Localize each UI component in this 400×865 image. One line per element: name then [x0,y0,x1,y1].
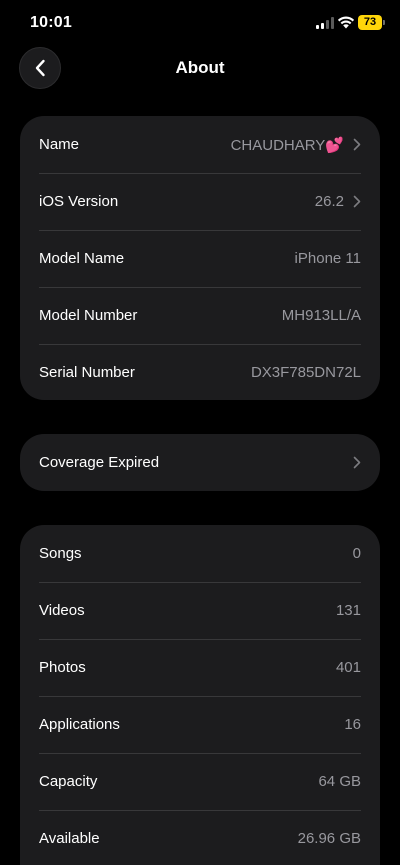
wifi-icon [337,16,355,29]
status-time: 10:01 [30,14,72,31]
row-value: 16 [344,716,361,733]
row-label: Applications [39,716,120,733]
row-value: 26.2 [314,193,344,210]
model-number-row[interactable]: Model Number MH913LL/A [20,287,380,344]
row-value: 26.96 GB [297,830,361,847]
capacity-row: Capacity 64 GB [20,753,380,810]
songs-row: Songs 0 [20,525,380,582]
row-label: Coverage Expired [39,454,160,471]
battery-indicator: 73 [358,15,382,30]
row-label: Model Name [39,250,125,267]
row-value: CHAUDHARY💕 [230,136,344,154]
chevron-right-icon [353,456,361,469]
row-label: Videos [39,602,85,619]
row-label: Songs [39,545,82,562]
cellular-signal-icon [316,17,334,29]
row-label: Available [39,830,100,847]
row-value: MH913LL/A [281,307,361,324]
device-stats-card: Songs 0 Videos 131 Photos 401 Applicatio… [20,525,380,865]
coverage-card: Coverage Expired [20,434,380,491]
page-title: About [175,58,225,77]
battery-cap [383,20,385,25]
name-row[interactable]: Name CHAUDHARY💕 [20,116,380,173]
applications-row: Applications 16 [20,696,380,753]
row-value: DX3F785DN72L [250,364,361,381]
chevron-right-icon [353,195,361,208]
row-label: Model Number [39,307,138,324]
photos-row: Photos 401 [20,639,380,696]
serial-number-row: Serial Number DX3F785DN72L [20,344,380,400]
device-info-card: Name CHAUDHARY💕 iOS Version 26.2 Model N… [20,116,380,400]
videos-row: Videos 131 [20,582,380,639]
row-label: Photos [39,659,86,676]
status-bar: 10:01 73 [0,0,400,46]
row-value: 0 [352,545,361,562]
row-label: iOS Version [39,193,119,210]
coverage-row[interactable]: Coverage Expired [20,434,380,491]
chevron-right-icon [353,138,361,151]
model-name-row: Model Name iPhone 11 [20,230,380,287]
row-value: 131 [335,602,361,619]
row-label: Name [39,136,80,153]
ios-version-row[interactable]: iOS Version 26.2 [20,173,380,230]
available-row: Available 26.96 GB [20,810,380,865]
row-label: Capacity [39,773,98,790]
row-value: 64 GB [318,773,361,790]
row-label: Serial Number [39,364,135,381]
row-value: 401 [335,659,361,676]
row-value: iPhone 11 [294,250,361,267]
